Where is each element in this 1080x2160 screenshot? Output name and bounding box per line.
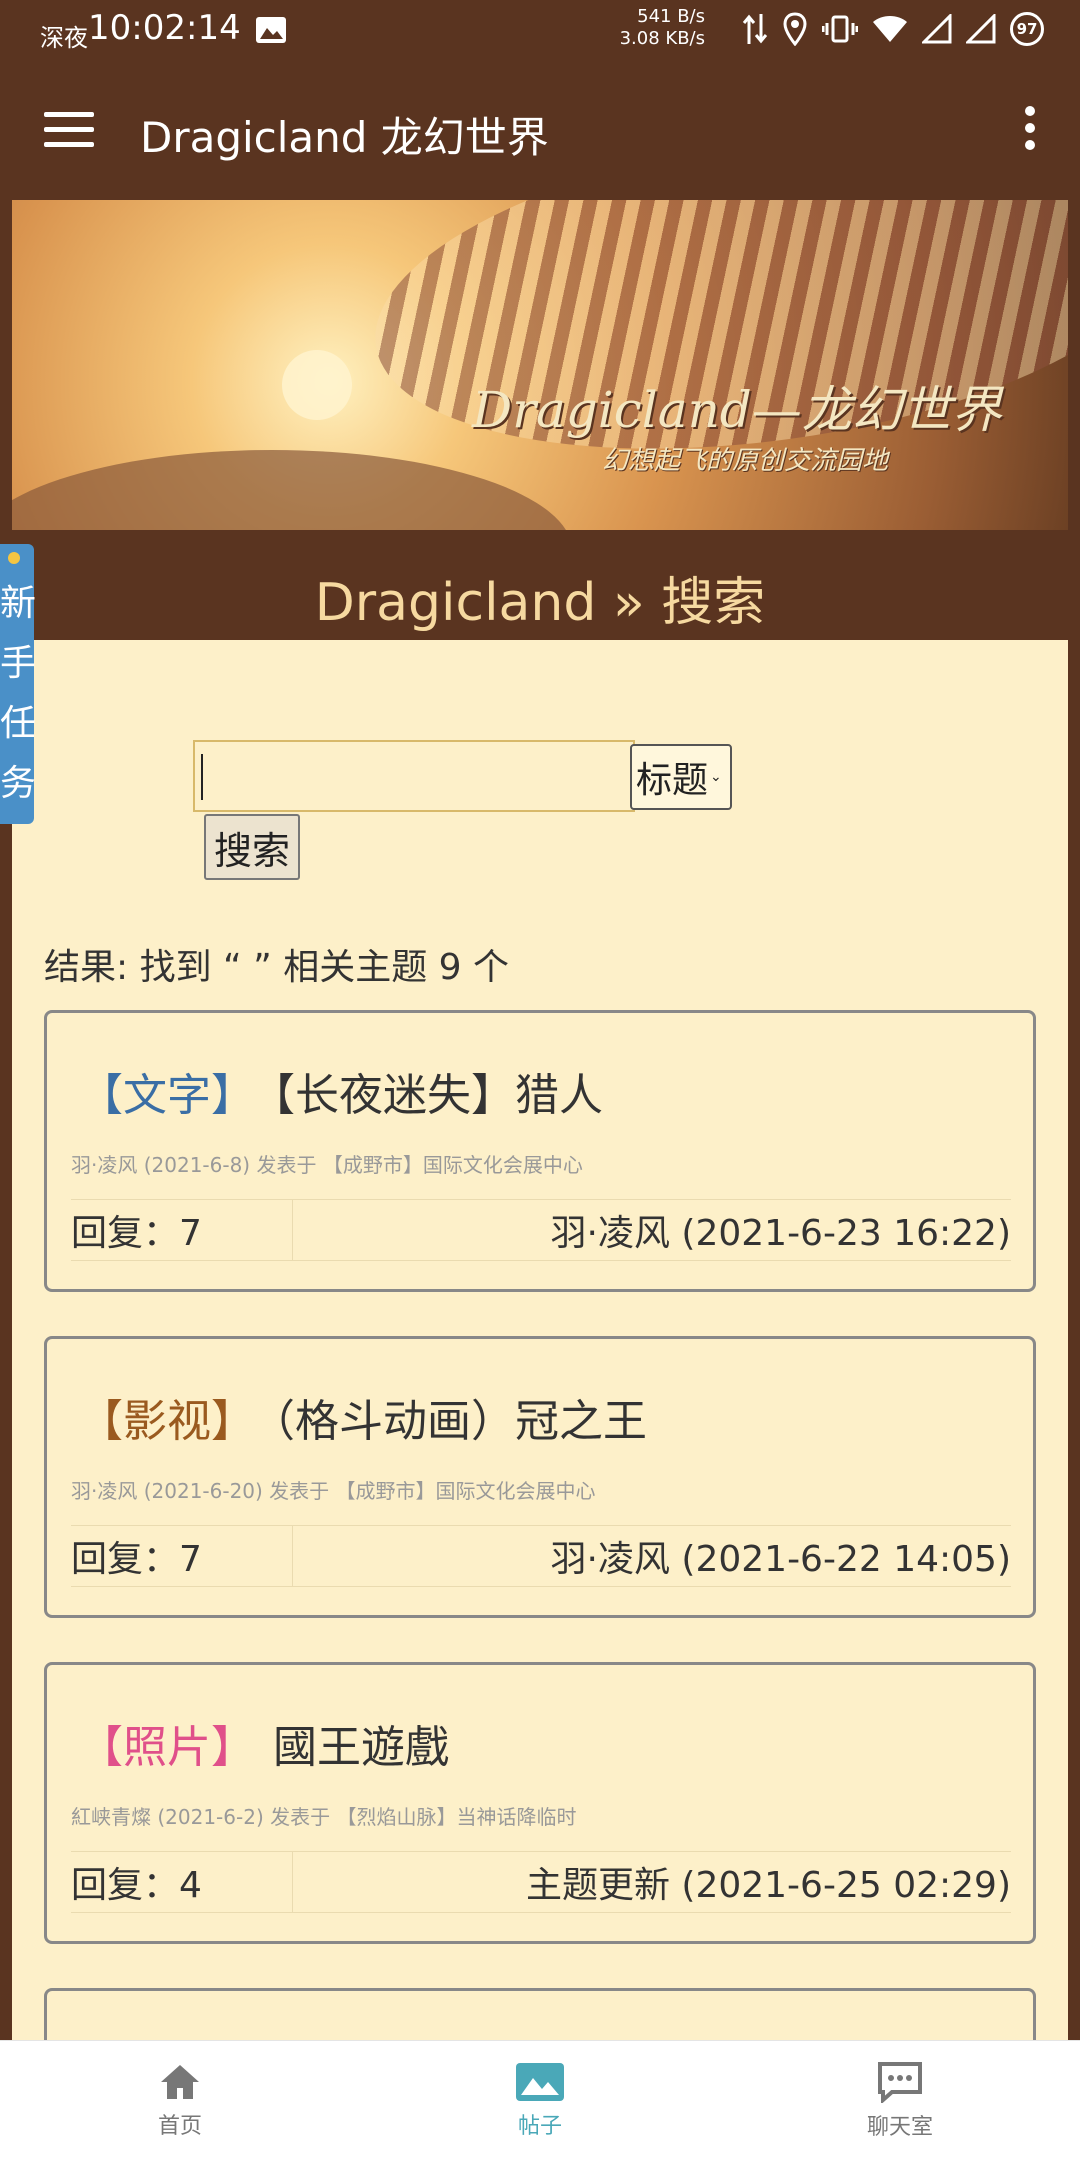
thread-card[interactable]: 【照片】 國王遊戲 紅峡青燦 (2021-6-2) 发表于 【烈焰山脉】当神话降临… (44, 1662, 1036, 1944)
task-dot-icon (8, 552, 20, 564)
more-options-icon[interactable] (1020, 106, 1040, 158)
thread-title[interactable]: 國王遊戲 (273, 1722, 449, 1773)
thread-stats: 回复：4 主题更新 (2021-6-25 02:29) (71, 1851, 1011, 1913)
status-bar: 深夜 10:02:14 541 B/s 3.08 KB/s 97 (0, 0, 1080, 62)
signal-icon-2 (966, 14, 996, 44)
task-tab-char: 手 (0, 643, 37, 684)
breadcrumb: Dragicland » 搜索 (314, 573, 766, 633)
banner-hill (12, 450, 572, 530)
app-bar: Dragicland 龙幻世界 (0, 62, 1080, 198)
thread-stats: 回复：7 羽·凌风 (2021-6-22 14:05) (71, 1525, 1011, 1587)
search-content: 标题 ⌄ 搜索 结果: 找到 “ ” 相关主题 9 个 【文字】 【长夜迷失】猎人… (12, 640, 1068, 2068)
task-tab-char: 新 (0, 583, 37, 624)
gallery-icon (256, 17, 286, 43)
nav-posts-label: 帖子 (517, 2113, 562, 2139)
status-time-label: 深夜 (40, 24, 88, 52)
thread-replies: 回复：7 (71, 1200, 293, 1260)
thread-title-row: 【文字】 【长夜迷失】猎人 (79, 1059, 603, 1123)
chat-icon (878, 2061, 922, 2103)
nav-posts[interactable]: 帖子 (360, 2041, 720, 2160)
nav-home[interactable]: 首页 (0, 2041, 360, 2160)
banner-logo: Dragicland—龙幻世界 (472, 381, 1002, 439)
bottom-nav: 首页 帖子 聊天室 (0, 2040, 1080, 2160)
thread-title-row: 【照片】 國王遊戲 (79, 1711, 449, 1775)
thread-title[interactable]: 【长夜迷失】猎人 (273, 1070, 603, 1121)
location-icon (783, 12, 807, 46)
thread-card[interactable]: 【文字】 【长夜迷失】猎人 羽·凌风 (2021-6-8) 发表于 【成野市】国际… (44, 1010, 1036, 1292)
newbie-task-tab[interactable]: 新 手 任 务 (0, 544, 37, 824)
signal-icon-1 (922, 14, 952, 44)
home-icon (161, 2064, 199, 2099)
task-tab-char: 任 (0, 703, 37, 744)
menu-icon[interactable] (44, 112, 94, 150)
chevron-down-icon: ⌄ (710, 769, 722, 785)
wifi-icon (873, 16, 907, 42)
thread-replies: 回复：7 (71, 1526, 293, 1586)
thread-tag[interactable]: 【影视】 (79, 1396, 255, 1447)
network-speed: 541 B/s 3.08 KB/s (615, 6, 705, 50)
status-time: 10:02:14 (88, 8, 241, 48)
battery-icon: 97 (1010, 12, 1044, 46)
thread-tag[interactable]: 【照片】 (79, 1722, 255, 1773)
image-icon (516, 2062, 564, 2101)
banner-sun (282, 350, 352, 420)
search-type-value: 标题 (636, 760, 709, 801)
thread-last-post[interactable]: 主题更新 (2021-6-25 02:29) (293, 1856, 1011, 1908)
thread-meta: 羽·凌风 (2021-6-8) 发表于 【成野市】国际文化会展中心 (71, 1153, 583, 1177)
thread-replies: 回复：4 (71, 1852, 293, 1912)
vibrate-icon (822, 15, 858, 43)
thread-last-post[interactable]: 羽·凌风 (2021-6-23 16:22) (293, 1204, 1011, 1256)
page-container: Dragicland—龙幻世界 幻想起飞的原创交流园地 Dragicland »… (0, 198, 1080, 2068)
site-banner: Dragicland—龙幻世界 幻想起飞的原创交流园地 (12, 200, 1068, 530)
thread-title[interactable]: （格斗动画）冠之王 (273, 1396, 647, 1447)
thread-last-post[interactable]: 羽·凌风 (2021-6-22 14:05) (293, 1530, 1011, 1582)
search-input[interactable] (193, 740, 635, 812)
nav-chatroom-label: 聊天室 (866, 2114, 933, 2140)
status-icons: 97 (742, 10, 1044, 48)
result-summary: 结果: 找到 “ ” 相关主题 9 个 (44, 947, 509, 988)
search-type-select[interactable]: 标题 ⌄ (630, 744, 732, 810)
task-tab-char: 务 (0, 763, 37, 804)
network-speed-up: 541 B/s (637, 6, 705, 27)
banner-slogan: 幻想起飞的原创交流园地 (602, 446, 889, 476)
app-title: Dragicland 龙幻世界 (140, 113, 549, 162)
search-button[interactable]: 搜索 (204, 814, 300, 880)
thread-meta: 紅峡青燦 (2021-6-2) 发表于 【烈焰山脉】当神话降临时 (71, 1805, 577, 1829)
nav-chatroom[interactable]: 聊天室 (720, 2041, 1080, 2160)
thread-title-row: 【影视】 （格斗动画）冠之王 (79, 1385, 647, 1449)
data-transfer-icon (742, 14, 768, 44)
thread-stats: 回复：7 羽·凌风 (2021-6-23 16:22) (71, 1199, 1011, 1261)
network-speed-down: 3.08 KB/s (619, 28, 705, 49)
thread-tag[interactable]: 【文字】 (79, 1070, 255, 1121)
nav-home-label: 首页 (157, 2113, 202, 2139)
thread-meta: 羽·凌风 (2021-6-20) 发表于 【成野市】国际文化会展中心 (71, 1479, 596, 1503)
thread-card[interactable]: 【影视】 （格斗动画）冠之王 羽·凌风 (2021-6-20) 发表于 【成野市】… (44, 1336, 1036, 1618)
